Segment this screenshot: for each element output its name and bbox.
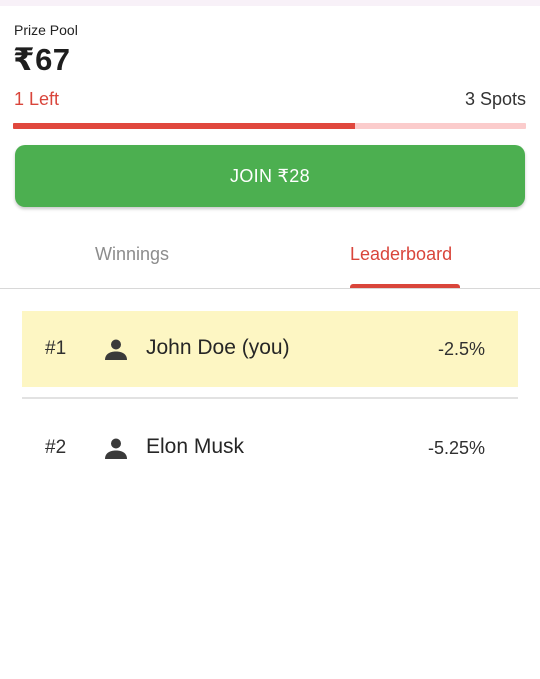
player-name: Elon Musk: [146, 435, 245, 458]
person-icon: [104, 337, 128, 361]
percent-change: -5.25%: [427, 438, 485, 458]
spots-progress-fill: [13, 123, 356, 129]
spots-progress-bar: [13, 123, 526, 129]
percent-change: -2.5%: [437, 339, 485, 359]
player-name: John Doe (you): [146, 336, 290, 359]
tab-leaderboard[interactable]: Leaderboard: [350, 244, 452, 300]
prize-pool-amount: ₹67: [13, 42, 71, 77]
leaderboard-row[interactable]: #2 Elon Musk -5.25%: [22, 410, 518, 486]
spots-total-label: 3 Spots: [464, 89, 526, 109]
row-divider: [22, 397, 518, 399]
top-strip: [0, 0, 540, 6]
active-tab-indicator: [350, 284, 460, 288]
tab-bar: Winnings Leaderboard: [0, 232, 540, 289]
join-button[interactable]: JOIN ₹28: [15, 145, 525, 207]
person-icon: [104, 436, 128, 460]
spots-left-label: 1 Left: [14, 89, 60, 109]
leaderboard-row[interactable]: #1 John Doe (you) -2.5%: [22, 311, 518, 387]
rank-label: #2: [45, 437, 67, 458]
tab-winnings[interactable]: Winnings: [95, 244, 169, 300]
rank-label: #1: [45, 338, 67, 359]
prize-pool-label: Prize Pool: [14, 22, 78, 38]
